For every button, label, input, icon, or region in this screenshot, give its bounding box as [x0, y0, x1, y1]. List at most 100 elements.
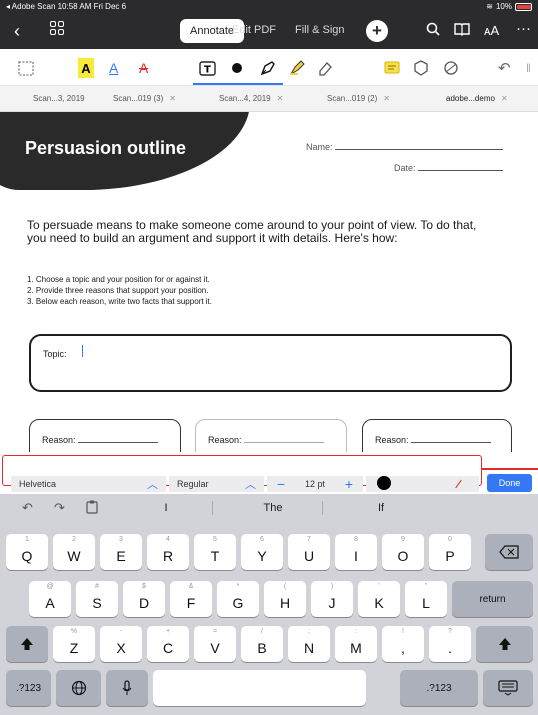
key-comma[interactable]: !,	[382, 626, 424, 662]
doc-tab[interactable]: Scan...3, 2019	[33, 94, 85, 103]
redo-icon[interactable]: ↷	[54, 500, 65, 516]
increase-size-button[interactable]: +	[345, 476, 353, 492]
key-v[interactable]: = V	[194, 626, 236, 662]
key-e[interactable]: 3E	[100, 534, 142, 570]
key-a[interactable]: @ A	[29, 581, 71, 617]
undo-icon[interactable]: ↶	[22, 500, 33, 516]
key-t[interactable]: 5T	[194, 534, 236, 570]
highlight-text-icon[interactable]: A	[78, 58, 94, 78]
date-field[interactable]: Date:	[394, 163, 503, 173]
pen-icon[interactable]	[260, 58, 276, 78]
undo-icon[interactable]: ↶	[498, 58, 511, 78]
key-q[interactable]: 1Q	[6, 534, 48, 570]
battery-percent: 10%	[495, 2, 512, 11]
key-period[interactable]: ?.	[429, 626, 471, 662]
pause-icon[interactable]: ‖	[526, 58, 531, 78]
font-style-select[interactable]: Regular ︿	[169, 476, 264, 492]
select-rectangle-icon[interactable]	[18, 58, 34, 78]
shapes-icon[interactable]	[443, 58, 459, 78]
doc-tab[interactable]: Scan...019 (2) ✕	[327, 94, 390, 103]
steps-list: 1. Choose a topic and your position for …	[27, 274, 212, 307]
key-d[interactable]: $ D	[123, 581, 165, 617]
tab-fill-sign[interactable]: Fill & Sign	[295, 24, 345, 36]
backspace-icon[interactable]	[485, 534, 533, 570]
eraser-icon[interactable]	[317, 58, 333, 78]
highlighter-pen-icon[interactable]	[289, 58, 305, 78]
text-color-swatch[interactable]	[377, 476, 391, 490]
numbers-key-left[interactable]: .?123	[6, 670, 51, 706]
numbers-key-right[interactable]: .?123	[400, 670, 478, 706]
key-i[interactable]: 8I	[335, 534, 377, 570]
key-p[interactable]: 0P	[429, 534, 471, 570]
active-tool-indicator	[193, 83, 283, 85]
close-icon[interactable]: ✕	[501, 94, 508, 103]
book-icon[interactable]	[454, 22, 470, 36]
doc-tab[interactable]: Scan...4, 2019 ✕	[219, 94, 283, 103]
key-m[interactable]: :M	[335, 626, 377, 662]
key-j[interactable]: ) J	[311, 581, 353, 617]
key-g[interactable]: * G	[217, 581, 259, 617]
suggestion-item[interactable]: I	[106, 502, 226, 514]
back-icon[interactable]: ‹	[14, 21, 20, 42]
suggestion-item[interactable]: If	[321, 502, 441, 514]
tab-edit-pdf[interactable]: Edit PDF	[232, 24, 276, 36]
decrease-size-button[interactable]: −	[277, 476, 285, 492]
topic-box[interactable]: Topic:	[29, 334, 512, 392]
more-icon[interactable]: ···	[516, 20, 531, 37]
name-field[interactable]: Name:	[306, 142, 503, 152]
key-k[interactable]: ' K	[358, 581, 400, 617]
copy-shape-icon[interactable]	[413, 58, 429, 78]
close-icon[interactable]: ✕	[383, 94, 390, 103]
shift-left-icon[interactable]	[6, 626, 48, 662]
suggestion-item[interactable]: The	[213, 502, 333, 514]
text-size-icon[interactable]: ᴀA	[484, 23, 499, 38]
top-nav: ‹ Annotate Edit PDF Fill & Sign + ᴀA ···	[0, 13, 538, 49]
done-button[interactable]: Done	[487, 474, 532, 492]
key-x[interactable]: -X	[100, 626, 142, 662]
reason-box[interactable]: Reason:	[195, 419, 347, 452]
key-l[interactable]: " L	[405, 581, 447, 617]
space-key[interactable]	[153, 670, 366, 706]
close-icon[interactable]: ✕	[169, 94, 176, 103]
key-b[interactable]: / B	[241, 626, 283, 662]
key-f[interactable]: & F	[170, 581, 212, 617]
step-item: 2. Provide three reasons that support yo…	[27, 286, 209, 295]
key-z[interactable]: % Z	[53, 626, 95, 662]
font-family-select[interactable]: Helvetica ︿	[11, 476, 166, 492]
add-icon[interactable]: +	[366, 20, 388, 42]
annotation-toolbar: A A A T ↶ ‖	[0, 49, 538, 86]
return-key[interactable]: return	[452, 581, 533, 617]
hide-keyboard-icon[interactable]	[483, 670, 533, 706]
text-format-bar: Helvetica ︿ Regular ︿ − 12 pt + Done	[0, 452, 538, 494]
reason-box[interactable]: Reason:	[29, 419, 181, 452]
reason-box[interactable]: Reason:	[362, 419, 512, 452]
sticky-note-icon[interactable]	[384, 58, 400, 78]
doc-tab[interactable]: Scan...019 (3) ✕	[113, 94, 176, 103]
svg-text:T: T	[204, 64, 211, 75]
key-y[interactable]: 6Y	[241, 534, 283, 570]
doc-tab-active[interactable]: adobe...demo ✕	[446, 94, 508, 103]
step-item: 1. Choose a topic and your position for …	[27, 275, 210, 284]
key-s[interactable]: # S	[76, 581, 118, 617]
microphone-icon[interactable]	[106, 670, 148, 706]
font-size-value: 12 pt	[304, 479, 325, 489]
close-icon[interactable]: ✕	[277, 94, 284, 103]
key-o[interactable]: 9O	[382, 534, 424, 570]
key-c[interactable]: + C	[147, 626, 189, 662]
paste-icon[interactable]	[86, 500, 99, 517]
thumbnails-grid-icon[interactable]	[50, 21, 64, 35]
key-h[interactable]: (H	[264, 581, 306, 617]
key-u[interactable]: 7U	[288, 534, 330, 570]
strikethrough-text-icon[interactable]: A	[139, 58, 148, 78]
shift-right-icon[interactable]	[476, 626, 533, 662]
search-icon[interactable]	[426, 22, 440, 36]
brush-size-icon[interactable]	[231, 58, 243, 78]
add-text-icon[interactable]: T	[199, 58, 216, 78]
key-r[interactable]: 4R	[147, 534, 189, 570]
globe-icon[interactable]	[56, 670, 101, 706]
key-n[interactable]: ; N	[288, 626, 330, 662]
text-cursor	[82, 345, 83, 357]
font-size-stepper[interactable]: − 12 pt +	[267, 476, 363, 492]
key-w[interactable]: 2W	[53, 534, 95, 570]
underline-text-icon[interactable]: A	[109, 58, 118, 78]
